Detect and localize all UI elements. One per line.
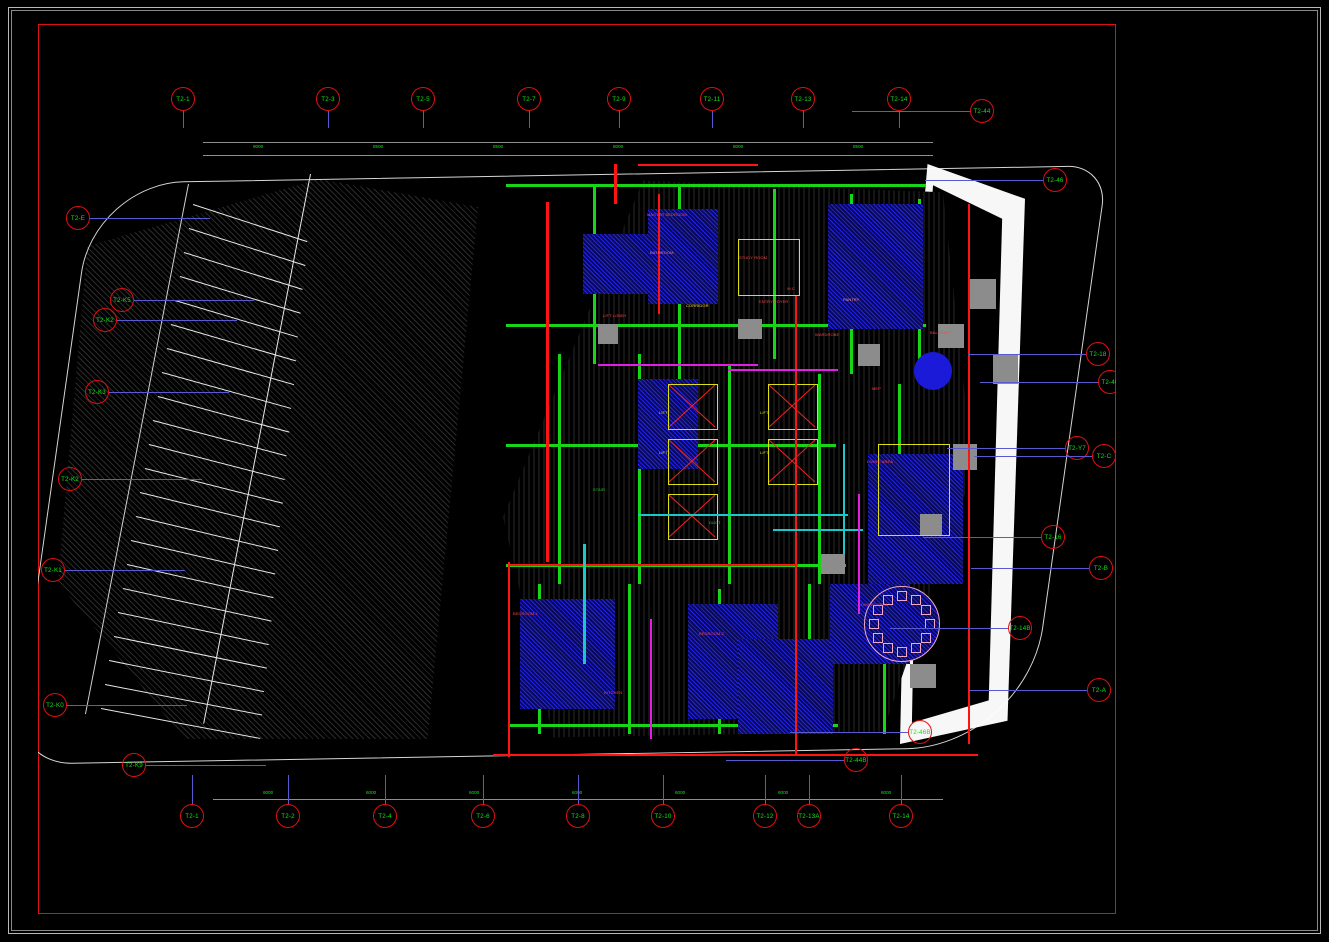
room-label: LIFT: [659, 450, 668, 455]
room-label: MEP: [872, 386, 881, 391]
room-label: W.C.: [787, 286, 797, 291]
room-label: LIFT: [760, 410, 769, 415]
room-label: CORRIDOR: [686, 303, 709, 308]
room-label: LIFT: [760, 450, 769, 455]
room-label: BEDROOM-2: [699, 631, 725, 636]
room-label: PANTRY: [843, 297, 860, 302]
room-label: BALCONY: [930, 330, 950, 335]
room-label: MASTER BEDROOM: [647, 212, 687, 217]
room-label: KITCHEN: [604, 690, 623, 695]
drawing-canvas[interactable]: 9000 8500 8500 8000 8000 8500 6000 6000 6000 6000…: [38, 24, 1116, 914]
room-label: WARDROBE: [815, 332, 840, 337]
room-label: LIVING AREA: [867, 459, 893, 464]
room-label: STUDY ROOM: [739, 255, 768, 260]
room-label: DINING AREA: [861, 602, 888, 607]
room-label: LIFT LOBBY: [603, 313, 627, 318]
room-label: ENTRY FOYER: [759, 299, 789, 304]
room-label: LIFT: [659, 410, 668, 415]
room-label: DUCT: [709, 520, 721, 525]
title-block-panel: DO NOT SCALE DRAWINGS. ALL DIMENSIONS AN…: [1126, 12, 1319, 930]
cad-drawing-sheet: 9000 8500 8500 8000 8000 8500 6000 6000 6000 6000…: [0, 0, 1329, 942]
room-label: STAIR: [593, 487, 605, 492]
room-label: BEDROOM-1: [513, 611, 539, 616]
room-label: BATHROOM: [650, 250, 674, 255]
